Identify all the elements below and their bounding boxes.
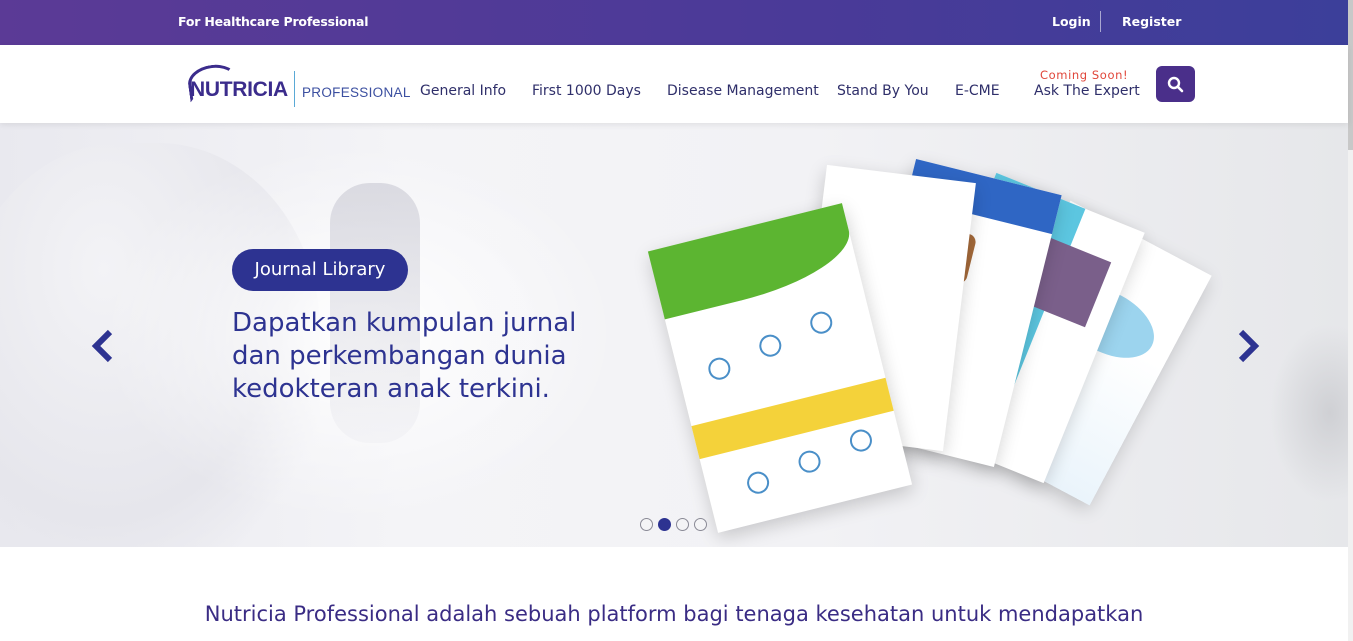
- intro-text: Nutricia Professional adalah sebuah plat…: [204, 602, 1144, 626]
- nav-ask-the-expert[interactable]: Ask The Expert: [1034, 83, 1140, 99]
- carousel-dot[interactable]: [694, 518, 707, 531]
- search-icon: [1167, 76, 1184, 93]
- journal-library-pill[interactable]: Journal Library: [232, 249, 408, 291]
- chevron-right-icon[interactable]: [1233, 328, 1263, 364]
- nav-e-cme[interactable]: E-CME: [955, 83, 1000, 99]
- login-link[interactable]: Login: [1052, 14, 1091, 29]
- divider: [1100, 11, 1101, 32]
- nav-disease-management[interactable]: Disease Management: [667, 83, 819, 99]
- nav-stand-by-you[interactable]: Stand By You: [837, 83, 929, 99]
- logo-brand: NUTRICIA: [190, 78, 288, 101]
- carousel-dot[interactable]: [640, 518, 653, 531]
- journal-documents-image: [640, 153, 1212, 533]
- scrollbar[interactable]: [1348, 0, 1353, 641]
- main-nav: NUTRICIA PROFESSIONAL General Info First…: [0, 45, 1348, 123]
- audience-label[interactable]: For Healthcare Professional: [178, 14, 369, 29]
- hero-headline: Dapatkan kumpulan jurnal dan perkembanga…: [232, 308, 577, 404]
- carousel-dot[interactable]: [676, 518, 689, 531]
- search-button[interactable]: [1156, 66, 1195, 102]
- hero-background-shape: [1270, 323, 1348, 503]
- nav-first-1000-days[interactable]: First 1000 Days: [532, 83, 641, 99]
- logo-divider: [294, 71, 295, 107]
- carousel-dot[interactable]: [658, 518, 671, 531]
- hero-carousel: Journal Library Dapatkan kumpulan jurnal…: [0, 123, 1348, 547]
- logo[interactable]: NUTRICIA PROFESSIONAL: [185, 61, 410, 111]
- chevron-left-icon[interactable]: [88, 328, 118, 364]
- coming-soon-badge: Coming Soon!: [1040, 68, 1129, 82]
- top-bar: For Healthcare Professional Login Regist…: [0, 0, 1348, 45]
- logo-subtitle: PROFESSIONAL: [302, 85, 411, 100]
- scrollbar-thumb[interactable]: [1348, 0, 1353, 150]
- register-link[interactable]: Register: [1122, 14, 1181, 29]
- nav-general-info[interactable]: General Info: [420, 83, 506, 99]
